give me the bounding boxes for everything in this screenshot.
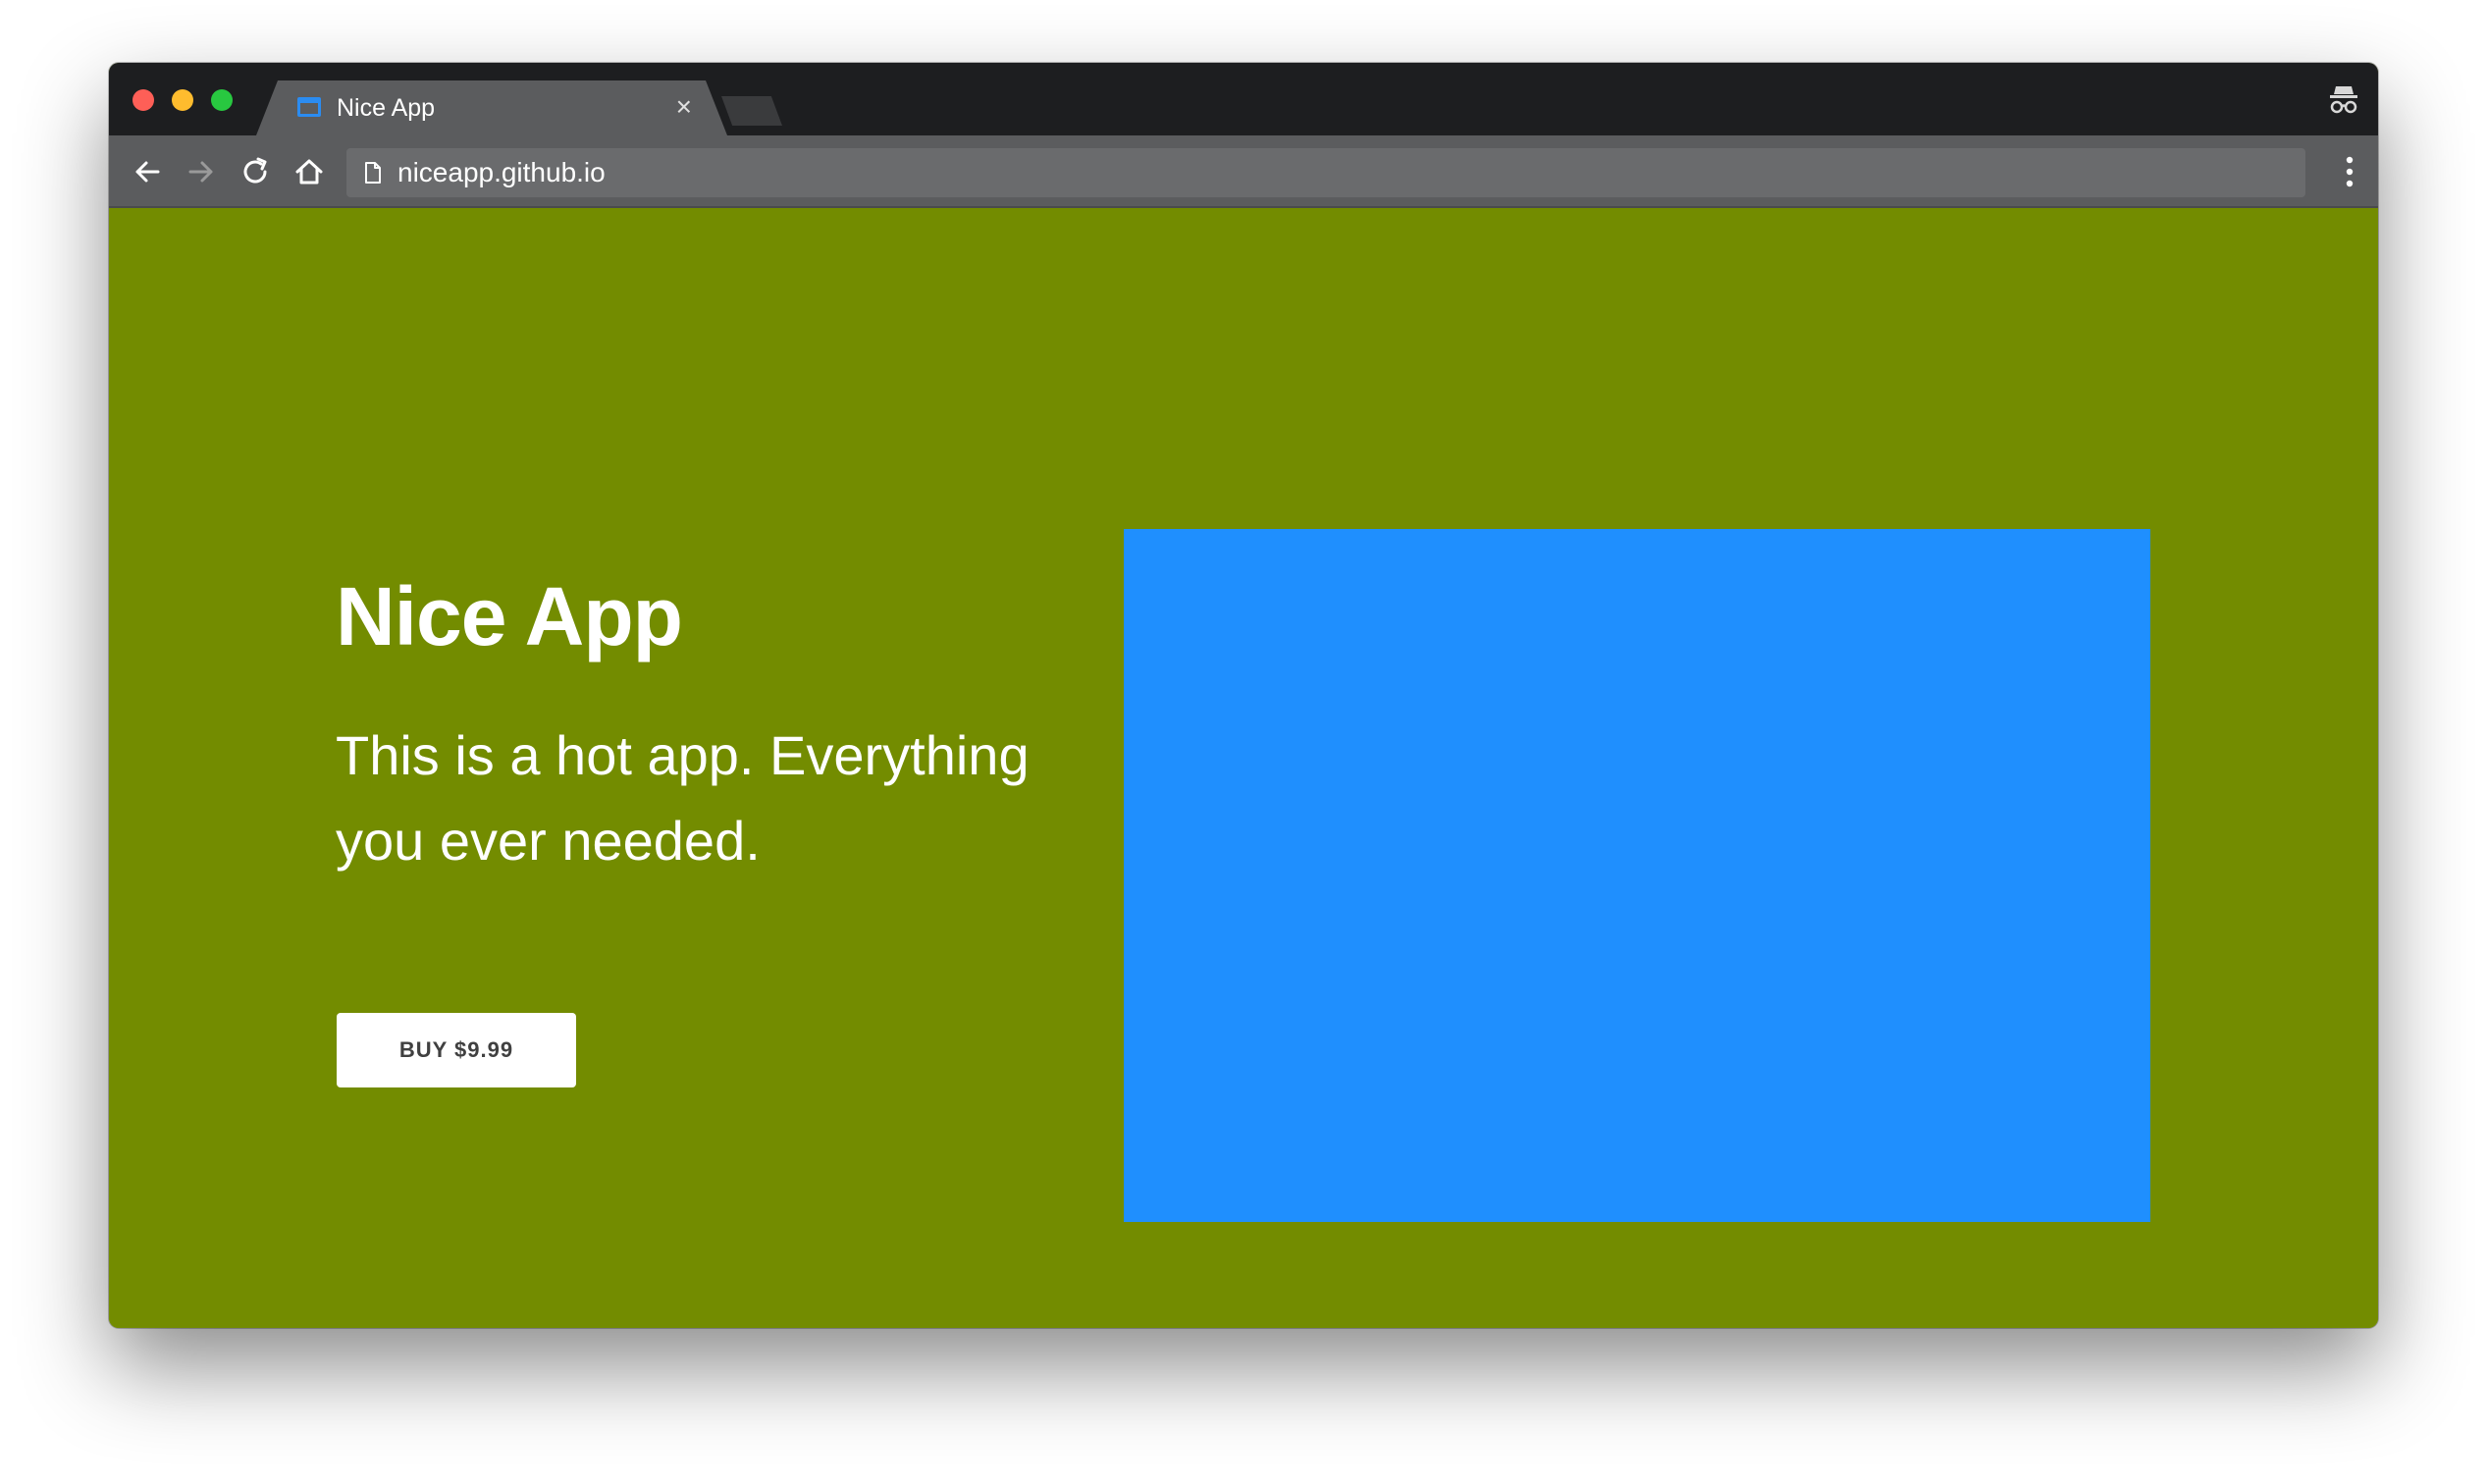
tab-close-icon[interactable]: ×	[676, 93, 692, 121]
hero-image-placeholder	[1124, 529, 2150, 1222]
page-description: This is a hot app. Everything you ever n…	[336, 724, 1030, 872]
minimize-window-button[interactable]	[172, 89, 193, 111]
tab-strip: Nice App ×	[109, 63, 2378, 135]
browser-toolbar: niceapp.github.io	[109, 135, 2378, 208]
back-arrow-icon[interactable]	[129, 153, 166, 190]
address-bar[interactable]: niceapp.github.io	[346, 148, 2305, 197]
tab-title: Nice App	[337, 94, 436, 122]
browser-window: Nice App × niceapp.github.io Nice App Th…	[109, 63, 2378, 1328]
new-tab-button[interactable]	[721, 96, 782, 126]
reload-icon[interactable]	[237, 153, 274, 190]
tab-nice-app[interactable]: Nice App ×	[256, 80, 727, 135]
maximize-window-button[interactable]	[211, 89, 233, 111]
window-icon	[297, 97, 321, 117]
buy-button[interactable]: BUY $9.99	[337, 1013, 576, 1087]
page-title: Nice App	[336, 570, 683, 662]
page-content: Nice App This is a hot app. Everything y…	[109, 208, 2378, 1328]
url-text: niceapp.github.io	[397, 157, 606, 187]
close-window-button[interactable]	[132, 89, 154, 111]
page-icon	[365, 162, 381, 184]
forward-arrow-icon[interactable]	[183, 153, 220, 190]
more-vert-icon[interactable]	[2345, 155, 2355, 188]
home-icon[interactable]	[291, 153, 328, 190]
incognito-icon	[2330, 86, 2357, 114]
